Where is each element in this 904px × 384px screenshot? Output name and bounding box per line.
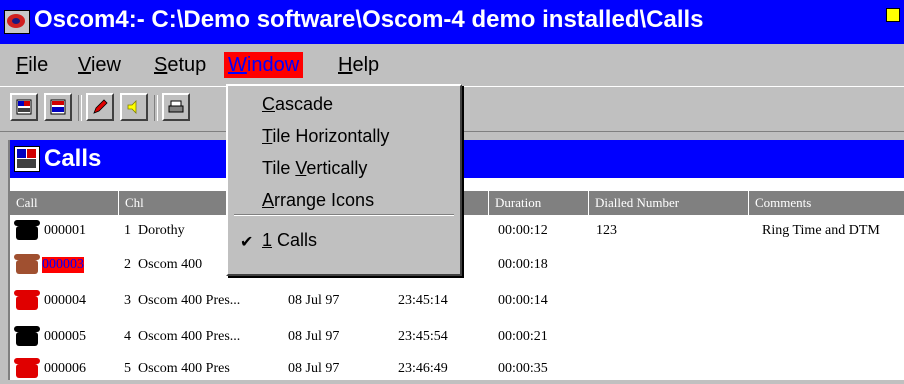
- telephone-icon: [14, 356, 40, 380]
- window-title: Oscom4:- C:\Demo software\Oscom-4 demo i…: [34, 6, 704, 33]
- calls-window-title: Calls: [44, 145, 102, 172]
- menu-item-arrange-icons[interactable]: Arrange Icons: [262, 190, 374, 211]
- printer-icon: [168, 100, 184, 113]
- toolbar-sound-button[interactable]: [120, 93, 148, 121]
- oscom-app-icon[interactable]: [4, 10, 30, 34]
- table-row[interactable]: 000005 4 Oscom 400 Pres... 08 Jul 97 23:…: [10, 322, 904, 352]
- column-header-duration[interactable]: Duration: [488, 191, 588, 215]
- toolbar-separator: [154, 95, 158, 121]
- report-icon: [50, 99, 66, 115]
- toolbar-report-button[interactable]: [44, 93, 72, 121]
- menu-file[interactable]: File: [12, 52, 52, 78]
- column-header-comments[interactable]: Comments: [748, 191, 904, 215]
- toolbar-separator: [78, 95, 82, 121]
- speaker-icon: [127, 100, 137, 114]
- menu-view[interactable]: View: [74, 52, 125, 78]
- telephone-icon: [14, 324, 40, 348]
- column-header-dialled-number[interactable]: Dialled Number: [588, 191, 748, 215]
- toolbar-edit-button[interactable]: [86, 93, 114, 121]
- calls-window-icon[interactable]: [14, 146, 40, 172]
- window-control-icon[interactable]: [886, 8, 900, 22]
- telephone-icon: [14, 288, 40, 312]
- menu-setup[interactable]: Setup: [150, 52, 210, 78]
- telephone-icon: [14, 218, 40, 242]
- menu-item-1-calls[interactable]: 1 Calls: [262, 230, 317, 251]
- column-header-call[interactable]: Call: [10, 191, 118, 215]
- pencil-icon: [93, 99, 108, 114]
- menu-window[interactable]: Window: [224, 52, 304, 78]
- menu-help[interactable]: Help: [334, 52, 383, 78]
- table-row[interactable]: 000004 3 Oscom 400 Pres... 08 Jul 97 23:…: [10, 286, 904, 316]
- calls-list-icon: [16, 99, 32, 115]
- table-row[interactable]: 000006 5 Oscom 400 Pres 08 Jul 97 23:46:…: [10, 354, 904, 384]
- title-bar: Oscom4:- C:\Demo software\Oscom-4 demo i…: [0, 0, 904, 44]
- menu-bar: File View Setup Window Help: [0, 44, 904, 86]
- menu-item-tile-vertically[interactable]: Tile Vertically: [262, 158, 367, 179]
- toolbar-calls-button[interactable]: [10, 93, 38, 121]
- menu-item-cascade[interactable]: Cascade: [262, 94, 333, 115]
- telephone-icon: [14, 252, 40, 276]
- checkmark-icon: ✔: [240, 234, 254, 251]
- menu-separator: [234, 214, 454, 216]
- toolbar-print-button[interactable]: [162, 93, 190, 121]
- menu-item-tile-horizontally[interactable]: Tile Horizontally: [262, 126, 389, 147]
- window-menu-dropdown: Cascade Tile Horizontally Tile Verticall…: [226, 84, 462, 276]
